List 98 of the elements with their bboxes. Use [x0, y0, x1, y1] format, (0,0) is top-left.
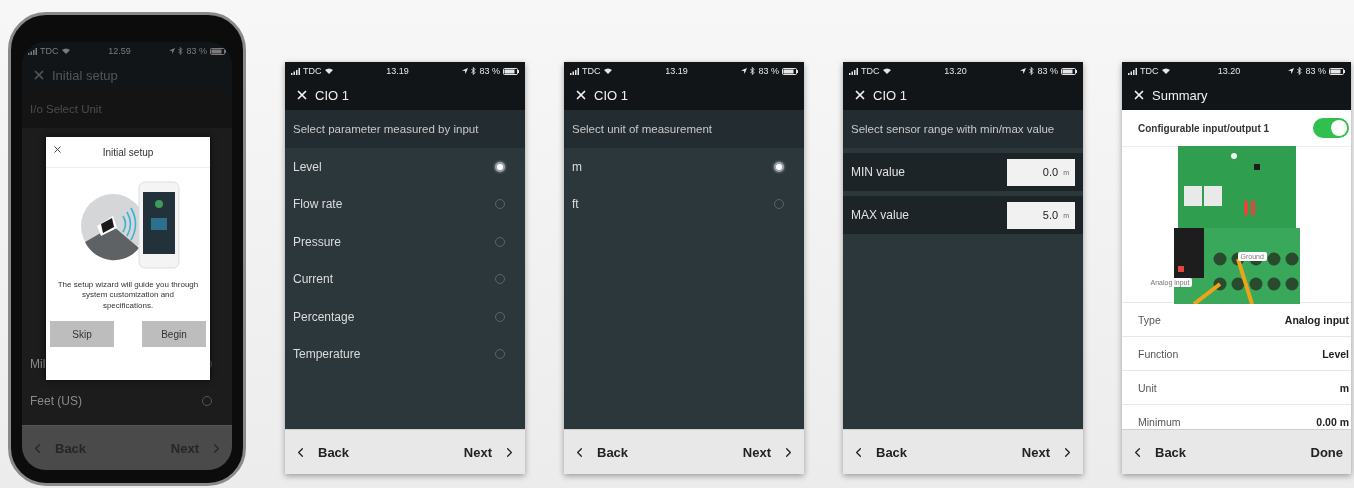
option-label: Flow rate: [293, 197, 343, 212]
toggle-label: Configurable input/output 1: [1138, 122, 1270, 134]
option-label: Temperature: [293, 347, 361, 362]
signal-icon: [28, 47, 37, 55]
close-icon[interactable]: [574, 88, 588, 102]
radio-dot[interactable]: [774, 161, 784, 172]
wifi-icon: [882, 68, 891, 74]
location-arrow-icon: [462, 68, 469, 74]
bluetooth-icon: [750, 67, 756, 75]
carrier-name: TDC: [303, 66, 322, 76]
next-button[interactable]: Next: [740, 440, 798, 464]
summary-value: m: [1339, 381, 1349, 394]
battery-icon: [1061, 67, 1077, 75]
screen-title: CIO 1: [315, 87, 349, 103]
option-label: Mil: [30, 356, 46, 371]
screen-title: Initial setup: [52, 67, 118, 83]
clock-time: 13.20: [1217, 66, 1241, 76]
carrier-name: TDC: [1140, 66, 1159, 76]
option-label: Feet (US): [30, 394, 82, 409]
wifi-icon: [603, 68, 612, 74]
wifi-icon: [61, 48, 70, 54]
summary-label: Unit: [1138, 381, 1157, 394]
option-item[interactable]: Current: [285, 260, 525, 298]
location-arrow-icon: [1020, 68, 1027, 74]
summary-value: Analog input: [1284, 313, 1349, 326]
close-button[interactable]: [52, 144, 63, 155]
wifi-icon: [1161, 68, 1170, 74]
summary-label: Function: [1138, 347, 1179, 360]
signal-icon: [849, 67, 858, 75]
summary-value: 0.00 m: [1316, 415, 1349, 428]
option-label: m: [572, 159, 582, 174]
option-label: Percentage: [293, 309, 355, 324]
bluetooth-icon: [178, 47, 184, 55]
clock-time: 12.59: [108, 46, 131, 56]
location-arrow-icon: [741, 68, 748, 74]
bluetooth-icon: [1297, 67, 1303, 75]
radio-dot[interactable]: [495, 161, 505, 172]
prompt-bar: Select parameter measured by input: [285, 110, 525, 148]
next-button[interactable]: Next: [461, 440, 519, 464]
summary-value: Level: [1322, 347, 1349, 360]
option-item[interactable]: Pressure: [285, 223, 525, 261]
prompt-bar: Select sensor range with min/max value: [843, 110, 1083, 148]
screen-title: Summary: [1152, 87, 1208, 103]
field-label: MAX value: [851, 208, 910, 222]
option-item[interactable]: Feet (US): [22, 382, 232, 420]
battery-percent: 83 %: [479, 66, 500, 76]
battery-percent: 83 %: [758, 66, 779, 76]
screen-title: CIO 1: [873, 87, 907, 103]
signal-icon: [570, 67, 579, 75]
signal-icon: [291, 67, 300, 75]
clock-time: 13.20: [944, 66, 967, 76]
close-icon[interactable]: [295, 88, 309, 102]
battery-icon: [782, 67, 798, 75]
option-item[interactable]: ft: [564, 185, 804, 223]
next-button[interactable]: Done: [1308, 440, 1345, 464]
dialog-button[interactable]: Begin: [142, 321, 206, 348]
clock-time: 13.19: [386, 66, 409, 76]
option-label: ft: [572, 197, 579, 212]
option-item[interactable]: m: [564, 148, 804, 186]
close-icon[interactable]: [853, 88, 867, 102]
battery-percent: 83 %: [1305, 66, 1326, 76]
option-label: Current: [293, 272, 333, 287]
dialog-text: The setup wizard will guide you through system customization and specifications.: [56, 280, 200, 312]
back-button[interactable]: Back: [291, 440, 352, 464]
bluetooth-icon: [1029, 67, 1035, 75]
battery-percent: 83 %: [186, 46, 207, 56]
option-label: Pressure: [293, 234, 342, 249]
back-button[interactable]: Back: [570, 440, 631, 464]
option-item[interactable]: Percentage: [285, 298, 525, 336]
clock-time: 13.19: [665, 66, 688, 76]
option-item[interactable]: Flow rate: [285, 185, 525, 223]
option-item[interactable]: Temperature: [285, 335, 525, 373]
prompt-bar: Select unit of measurement: [564, 110, 804, 148]
summary-label: Type: [1138, 313, 1161, 326]
toggle-switch[interactable]: [1313, 118, 1349, 138]
back-button[interactable]: Back: [1128, 440, 1189, 464]
signal-icon: [1128, 67, 1137, 75]
field-label: MIN value: [851, 165, 906, 179]
battery-percent: 83 %: [1037, 66, 1058, 76]
wifi-icon: [324, 68, 333, 74]
location-arrow-icon: [1288, 68, 1295, 74]
next-button[interactable]: Next: [1019, 440, 1077, 464]
option-item[interactable]: Level: [285, 148, 525, 186]
battery-icon: [1329, 67, 1345, 75]
dialog-title: Initial setup: [102, 146, 154, 158]
close-icon[interactable]: [1132, 88, 1146, 102]
summary-label: Minimum: [1138, 415, 1181, 428]
carrier-name: TDC: [40, 46, 59, 56]
battery-icon: [503, 67, 519, 75]
bluetooth-icon: [471, 67, 477, 75]
carrier-name: TDC: [861, 66, 880, 76]
battery-icon: [210, 47, 226, 55]
location-arrow-icon: [169, 48, 176, 54]
back-button[interactable]: Back: [849, 440, 910, 464]
option-label: Level: [293, 159, 322, 174]
screen-title: CIO 1: [594, 87, 628, 103]
carrier-name: TDC: [582, 66, 601, 76]
dialog-button[interactable]: Skip: [50, 321, 114, 348]
